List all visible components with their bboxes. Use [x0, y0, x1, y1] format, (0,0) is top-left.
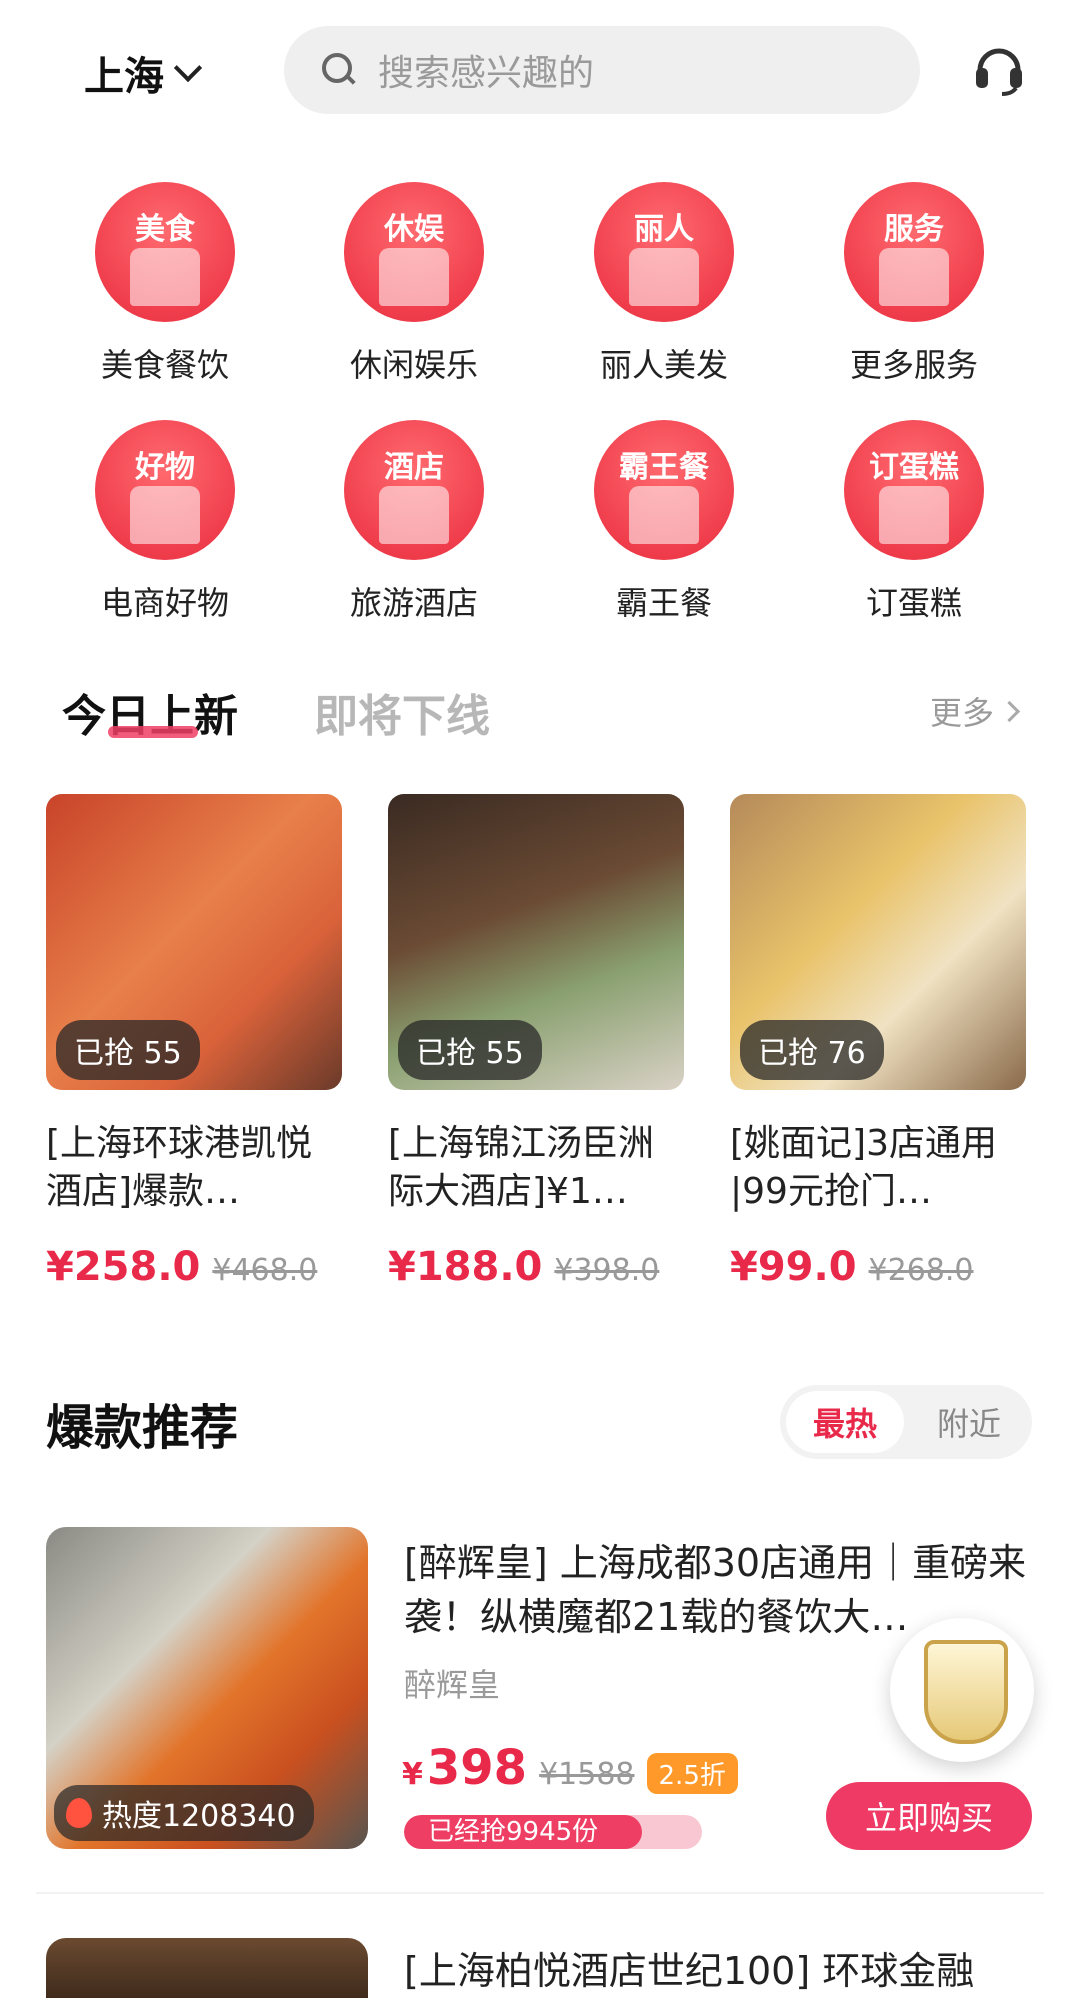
category-leisure[interactable]: 休娱 休闲娱乐 [304, 182, 524, 386]
product-card[interactable]: 已抢 55 [上海锦江汤臣洲际大酒店]¥1… ¥188.0 ¥398.0 [388, 794, 684, 1290]
tab-indicator [108, 726, 198, 738]
product-old-price: ¥468.0 [212, 1253, 318, 1288]
product-old-price: ¥268.0 [868, 1253, 974, 1288]
category-beauty[interactable]: 丽人 丽人美发 [554, 182, 774, 386]
category-label: 美食餐饮 [100, 346, 229, 384]
product-card[interactable]: 已抢 76 [姚面记]3店通用 |99元抢门… ¥99.0 ¥268.0 [730, 794, 1026, 1290]
heat-badge: 热度1208340 [54, 1785, 314, 1841]
leisure-icon: 休娱 [344, 182, 484, 322]
product-old-price: ¥398.0 [554, 1253, 660, 1288]
more-link[interactable]: 更多 [930, 688, 1021, 734]
currency-symbol: ¥ [402, 1757, 423, 1792]
tab-ending-soon[interactable]: 即将下线 [314, 680, 490, 744]
category-goods[interactable]: 好物 电商好物 [55, 420, 275, 624]
deal-price: 398 [426, 1740, 528, 1796]
product-title: [上海环球港凯悦酒店]爆款… [46, 1123, 313, 1212]
beauty-icon: 丽人 [594, 182, 734, 322]
deal-title: [上海柏悦酒店世纪100] 环球金融 [404, 1949, 975, 1993]
product-image: 已抢 76 [730, 794, 1026, 1090]
sold-progress-bar: 已经抢9945份 [404, 1815, 702, 1849]
divider [36, 1892, 1044, 1894]
category-label: 电商好物 [100, 584, 229, 622]
product-price: ¥188.0 [388, 1244, 543, 1290]
cake-icon: 订蛋糕 [844, 420, 984, 560]
grabbed-count: 已抢 55 [398, 1020, 542, 1080]
product-title: [上海锦江汤臣洲际大酒店]¥1… [388, 1123, 655, 1212]
category-label: 休闲娱乐 [349, 346, 478, 384]
product-price: ¥258.0 [46, 1244, 201, 1290]
certification-badge-icon[interactable] [890, 1618, 1034, 1762]
section-title: 爆款推荐 [46, 1400, 239, 1456]
category-food[interactable]: 美食 美食餐饮 [55, 182, 275, 386]
food-icon: 美食 [95, 182, 235, 322]
product-price: ¥99.0 [730, 1244, 857, 1290]
shopping-bag-icon: 好物 [95, 420, 235, 560]
sold-count: 已经抢9945份 [428, 1817, 599, 1847]
category-cake[interactable]: 订蛋糕 订蛋糕 [804, 420, 1024, 624]
chevron-right-icon [998, 700, 1021, 722]
category-label: 订蛋糕 [865, 584, 962, 622]
product-card[interactable]: 已抢 55 [上海环球港凯悦酒店]爆款… ¥258.0 ¥468.0 [46, 794, 342, 1290]
deal-image[interactable]: 热度1208340 [46, 1527, 368, 1849]
sort-nearby[interactable]: 附近 [910, 1391, 1028, 1453]
grabbed-count: 已抢 55 [56, 1020, 200, 1080]
category-free-meal[interactable]: 霸王餐 霸王餐 [554, 420, 774, 624]
category-label: 旅游酒店 [349, 584, 478, 622]
search-bar[interactable]: 搜索感兴趣的 [284, 26, 920, 114]
bowl-icon: 霸王餐 [594, 420, 734, 560]
discount-badge: 2.5折 [646, 1753, 738, 1794]
chevron-down-icon [173, 53, 203, 83]
category-label: 霸王餐 [615, 584, 712, 622]
product-image: 已抢 55 [388, 794, 684, 1090]
category-label: 更多服务 [849, 346, 978, 384]
deal-image[interactable] [46, 1938, 368, 1998]
sort-hottest[interactable]: 最热 [786, 1391, 904, 1453]
category-services[interactable]: 服务 更多服务 [804, 182, 1024, 386]
hotel-icon: 酒店 [344, 420, 484, 560]
more-label: 更多 [930, 694, 995, 732]
services-icon: 服务 [844, 182, 984, 322]
product-image: 已抢 55 [46, 794, 342, 1090]
heat-value: 热度1208340 [102, 1799, 296, 1834]
buy-now-button[interactable]: 立即购买 [826, 1782, 1032, 1850]
category-label: 丽人美发 [599, 346, 728, 384]
grabbed-count: 已抢 76 [740, 1020, 884, 1080]
city-name: 上海 [84, 54, 164, 100]
customer-service-icon[interactable] [972, 40, 1026, 96]
deal-old-price: ¥1588 [539, 1757, 635, 1792]
search-icon [322, 53, 356, 87]
sort-toggle[interactable]: 最热 附近 [780, 1385, 1032, 1459]
product-title: [姚面记]3店通用 |99元抢门… [730, 1123, 997, 1212]
flame-icon [66, 1798, 92, 1828]
search-placeholder: 搜索感兴趣的 [378, 53, 595, 94]
deal-price-row: ¥ 398 ¥1588 2.5折 [402, 1740, 738, 1796]
city-selector[interactable]: 上海 [84, 44, 203, 102]
category-hotel[interactable]: 酒店 旅游酒店 [304, 420, 524, 624]
